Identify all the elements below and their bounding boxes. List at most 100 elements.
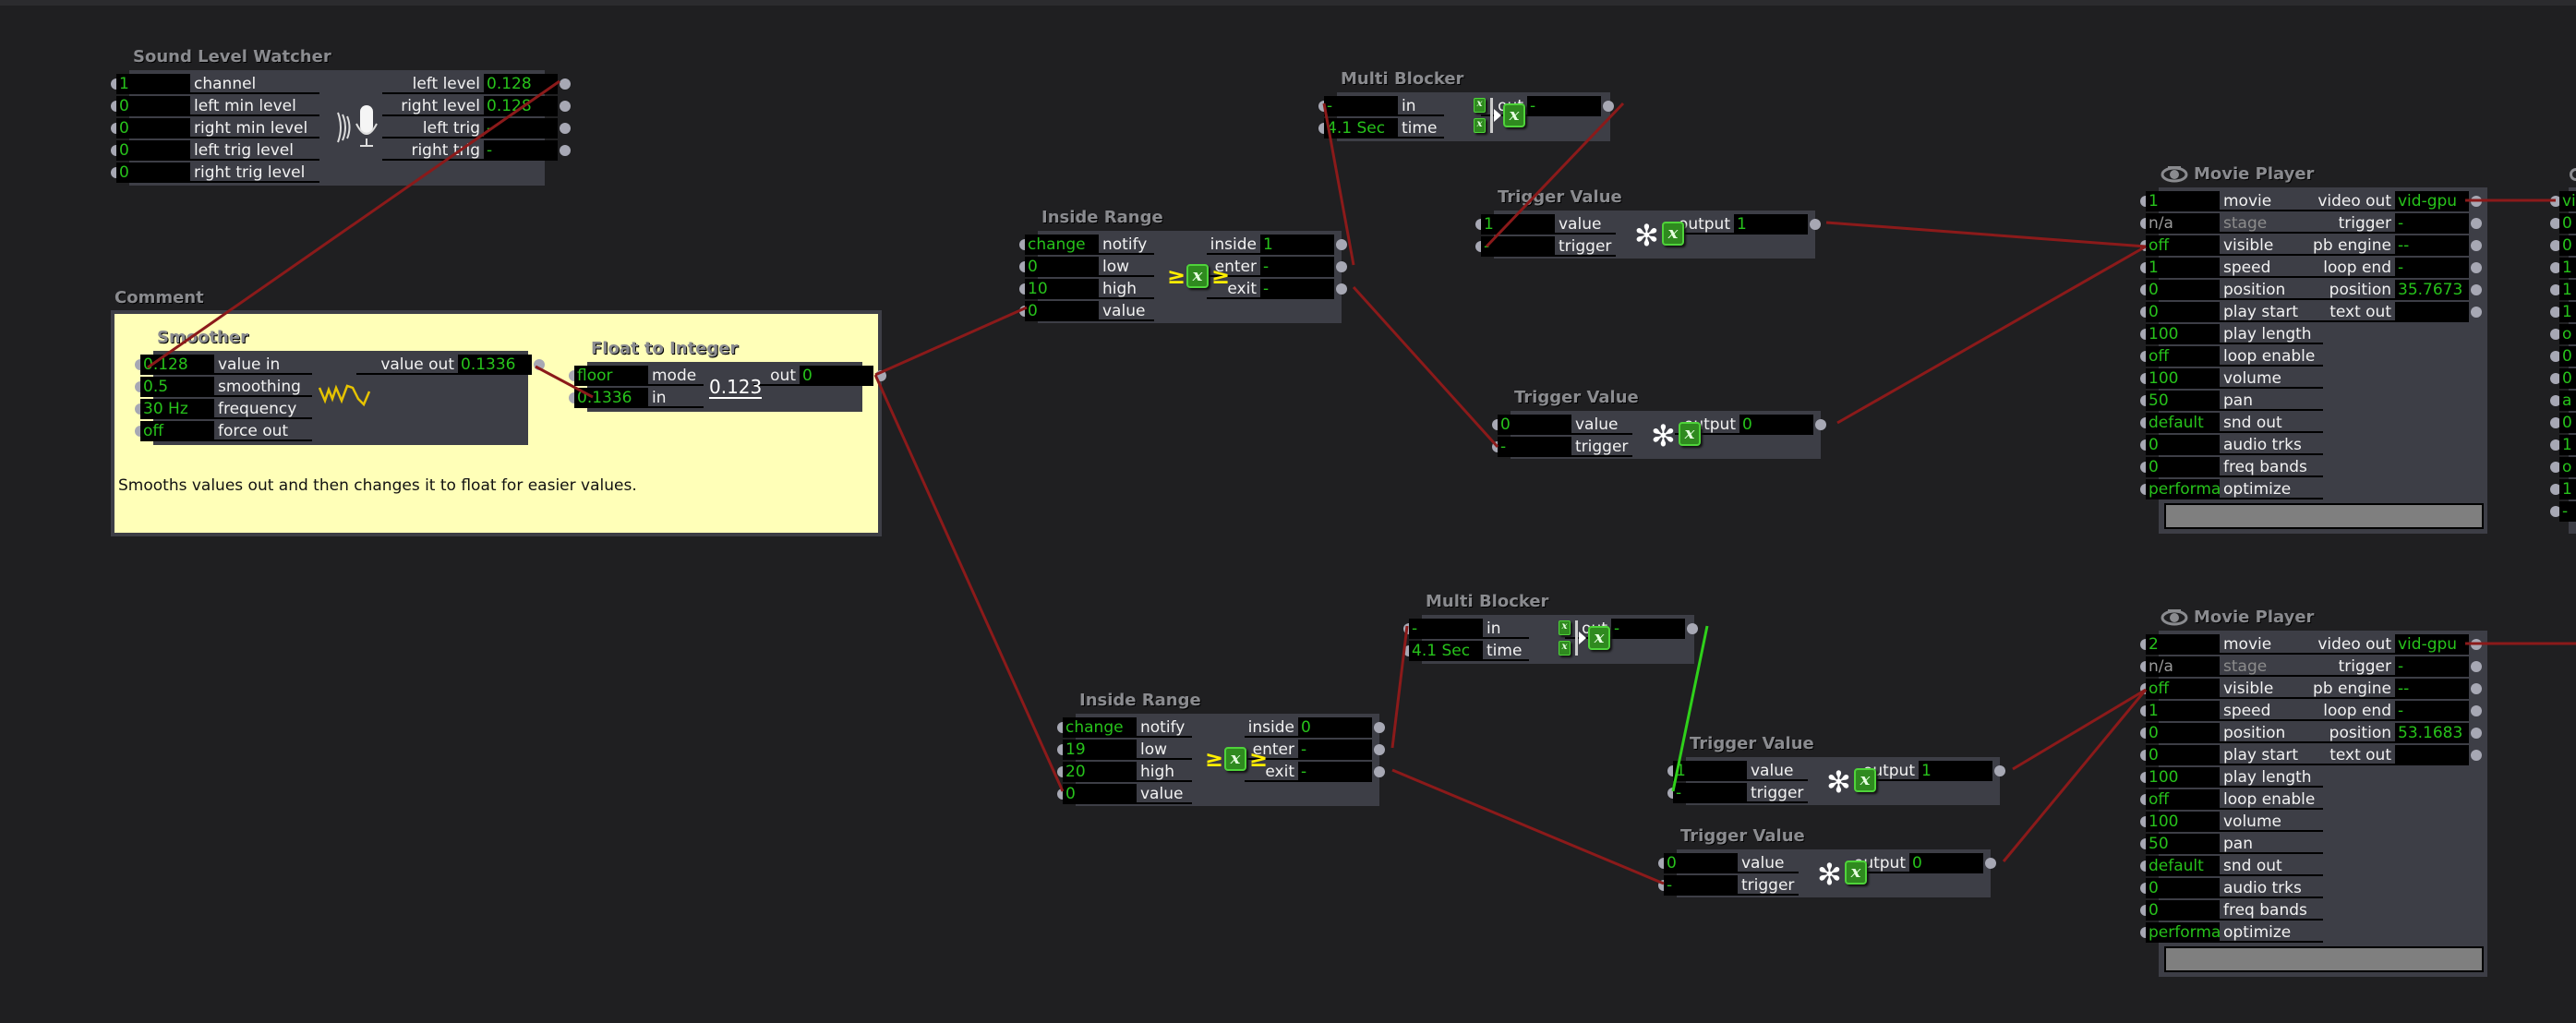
input-value-field[interactable]: 1 — [1481, 214, 1555, 235]
input-value-field[interactable]: 0 — [116, 118, 190, 138]
input-value-field[interactable]: - — [1673, 783, 1747, 803]
output-port[interactable] — [2471, 196, 2482, 207]
input-value-field[interactable]: 50 — [2146, 391, 2220, 411]
input-value-field[interactable]: 0 — [1664, 853, 1738, 873]
wire-trigger-value-3-to-movie-player-2[interactable] — [2012, 688, 2147, 771]
input-value-field[interactable]: 20 — [1063, 762, 1137, 782]
output-port[interactable] — [1985, 858, 1996, 869]
input-value-field[interactable]: 1 — [2146, 258, 2220, 278]
input-value-field[interactable]: 1 — [2559, 280, 2576, 300]
input-value-field[interactable]: 0 — [1498, 415, 1571, 435]
wire-float-to-int-to-inside-range-1[interactable] — [874, 306, 1028, 377]
output-port[interactable] — [1374, 722, 1385, 733]
output-port[interactable] — [560, 78, 571, 90]
output-port[interactable] — [1810, 219, 1821, 230]
input-value-field[interactable]: n/a — [2146, 656, 2220, 677]
input-value-field[interactable]: - — [1481, 236, 1555, 257]
input-value-field[interactable]: 1 — [2559, 302, 2576, 322]
input-value-field[interactable]: performa — [2146, 922, 2220, 943]
output-port[interactable] — [2471, 683, 2482, 694]
input-value-field[interactable]: change — [1063, 717, 1137, 738]
output-port[interactable] — [2471, 750, 2482, 761]
wire-trigger-value-2-to-movie-player-1[interactable] — [1836, 245, 2147, 425]
input-value-field[interactable]: 0.1336 — [574, 388, 648, 408]
input-value-field[interactable]: 4.1 Sec — [1324, 118, 1398, 138]
output-port[interactable] — [2471, 218, 2482, 229]
input-value-field[interactable]: 0 — [2559, 213, 2576, 234]
output-port[interactable] — [2471, 661, 2482, 672]
output-port[interactable] — [2471, 307, 2482, 318]
input-value-field[interactable]: o — [2559, 324, 2576, 344]
output-port[interactable] — [1603, 101, 1614, 112]
input-value-field[interactable]: a — [2559, 391, 2576, 411]
wire-inside-range-2-enter-to-multi-blocker-2[interactable] — [1390, 625, 1409, 749]
output-port[interactable] — [1687, 623, 1698, 634]
input-value-field[interactable]: 0 — [2559, 368, 2576, 389]
input-value-field[interactable]: - — [1324, 96, 1398, 116]
wire-inside-range-1-exit-to-trigger-value-2[interactable] — [1352, 285, 1499, 449]
input-value-field[interactable]: off — [2146, 789, 2220, 810]
wire-inside-range-2-exit-to-trigger-value-4[interactable] — [1391, 768, 1665, 885]
output-port[interactable] — [560, 101, 571, 112]
output-port[interactable] — [560, 123, 571, 134]
input-value-field[interactable]: 1 — [2559, 435, 2576, 455]
input-value-field[interactable]: 0 — [2146, 302, 2220, 322]
input-value-field[interactable]: 0 — [2146, 435, 2220, 455]
output-port[interactable] — [2471, 240, 2482, 251]
input-value-field[interactable]: off — [2146, 346, 2220, 367]
eye-icon[interactable] — [2161, 165, 2188, 184]
input-value-field[interactable]: 1 — [2559, 479, 2576, 499]
input-value-field[interactable]: 0 — [1063, 784, 1137, 804]
output-port[interactable] — [1374, 766, 1385, 777]
output-port[interactable] — [2471, 284, 2482, 295]
input-value-field[interactable]: 0 — [116, 96, 190, 116]
input-value-field[interactable]: - — [1664, 875, 1738, 896]
input-value-field[interactable]: default — [2146, 413, 2220, 433]
input-value-field[interactable]: off — [140, 421, 214, 441]
input-value-field[interactable]: 1 — [116, 74, 190, 94]
wire-trigger-value-1-to-movie-player-1[interactable] — [1825, 221, 2147, 248]
eye-icon[interactable] — [2161, 608, 2188, 627]
output-port[interactable] — [2471, 728, 2482, 739]
wire-trigger-value-4-to-movie-player-2[interactable] — [2002, 689, 2148, 862]
input-value-field[interactable]: 100 — [2146, 324, 2220, 344]
movie-progress-bar[interactable] — [2164, 503, 2484, 529]
input-value-field[interactable]: change — [1025, 235, 1099, 255]
output-port[interactable] — [1374, 744, 1385, 755]
input-value-field[interactable]: 0 — [116, 162, 190, 183]
output-port[interactable] — [560, 145, 571, 156]
input-value-field[interactable]: floor — [574, 366, 648, 386]
input-value-field[interactable]: 1 — [2146, 701, 2220, 721]
input-value-field[interactable]: 0 — [2146, 723, 2220, 743]
input-value-field[interactable]: 4.1 Sec — [1409, 641, 1483, 661]
output-port[interactable] — [2471, 705, 2482, 716]
input-value-field[interactable]: performa — [2146, 479, 2220, 499]
input-value-field[interactable]: 0 — [2146, 878, 2220, 898]
input-value-field[interactable]: 2 — [2146, 634, 2220, 655]
input-value-field[interactable]: 0.128 — [140, 355, 214, 375]
output-port[interactable] — [1336, 239, 1347, 250]
input-value-field[interactable]: 19 — [1063, 740, 1137, 760]
output-port[interactable] — [1336, 261, 1347, 272]
input-value-field[interactable]: 10 — [1025, 279, 1099, 299]
input-value-field[interactable]: 0 — [1025, 257, 1099, 277]
output-port[interactable] — [875, 370, 886, 381]
input-value-field[interactable]: 0 — [116, 140, 190, 161]
input-value-field[interactable]: off — [2146, 235, 2220, 256]
output-port[interactable] — [2471, 639, 2482, 650]
input-value-field[interactable]: 100 — [2146, 767, 2220, 788]
input-value-field[interactable]: 0 — [1025, 301, 1099, 321]
input-value-field[interactable]: 100 — [2146, 812, 2220, 832]
input-value-field[interactable]: vi — [2559, 191, 2576, 211]
input-value-field[interactable]: n/a — [2146, 213, 2220, 234]
input-value-field[interactable]: 1 — [2146, 191, 2220, 211]
input-value-field[interactable]: 0 — [2146, 900, 2220, 921]
input-value-field[interactable]: 30 Hz — [140, 399, 214, 419]
input-value-field[interactable]: 0 — [2559, 346, 2576, 367]
input-value-field[interactable]: 0 — [2559, 235, 2576, 256]
wire-float-to-int-to-inside-range-2[interactable] — [873, 374, 1065, 792]
input-value-field[interactable]: 0 — [2559, 413, 2576, 433]
output-port[interactable] — [1994, 765, 2005, 776]
input-value-field[interactable]: o — [2559, 457, 2576, 477]
input-value-field[interactable]: 1 — [1673, 761, 1747, 781]
